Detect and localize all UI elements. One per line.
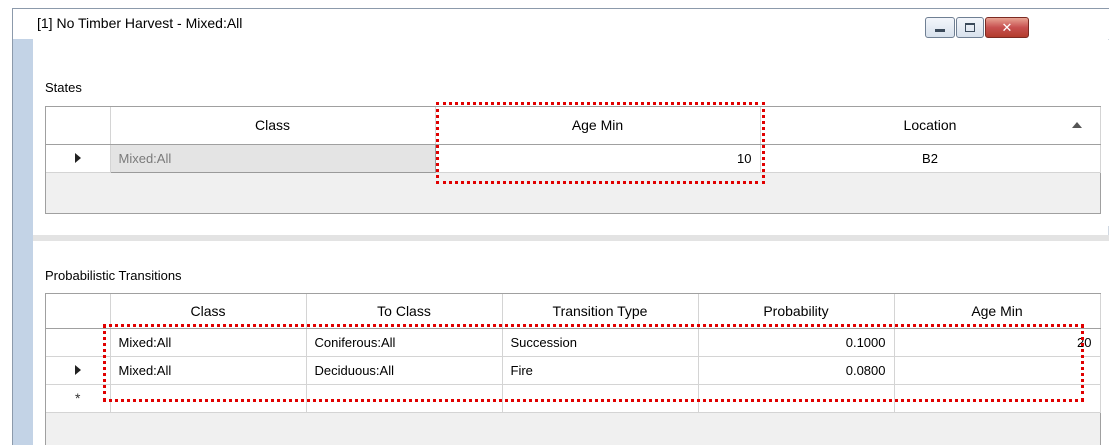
transitions-label: Probabilistic Transitions: [45, 268, 182, 283]
new-row-asterisk-icon: *: [75, 390, 81, 406]
maximize-icon: [965, 23, 975, 32]
close-button[interactable]: ✕: [985, 17, 1029, 38]
current-row-indicator[interactable]: [46, 356, 111, 385]
transitions-col-age-min[interactable]: Age Min: [894, 294, 1101, 329]
states-panel: States Class Age Min Location Mixed:All …: [33, 40, 1109, 226]
transition-to-class-cell[interactable]: Coniferous:All: [306, 328, 503, 357]
maximize-button[interactable]: [956, 17, 984, 38]
state-class-cell[interactable]: Mixed:All: [109, 143, 436, 173]
transitions-col-to-class[interactable]: To Class: [306, 294, 503, 329]
transition-class-cell[interactable]: Mixed:All: [110, 328, 307, 357]
transitions-grid[interactable]: Class To Class Transition Type Probabili…: [45, 293, 1101, 445]
row-header[interactable]: [46, 328, 111, 357]
minimize-icon: [935, 29, 945, 32]
table-row[interactable]: Mixed:All Coniferous:All Succession 0.10…: [46, 328, 1101, 357]
table-row[interactable]: Mixed:All Deciduous:All Fire 0.0800: [46, 356, 1101, 385]
state-age-min-cell[interactable]: 10: [435, 144, 761, 173]
transition-type-cell[interactable]: Succession: [502, 328, 699, 357]
new-row-cell[interactable]: [502, 384, 699, 413]
transition-to-class-cell[interactable]: Deciduous:All: [306, 356, 503, 385]
minimize-button[interactable]: [925, 17, 955, 38]
current-row-indicator[interactable]: [46, 144, 111, 173]
transition-age-min-cell[interactable]: [894, 356, 1101, 385]
transitions-col-class[interactable]: Class: [110, 294, 307, 329]
table-row[interactable]: Mixed:All 10 B2: [46, 143, 1101, 173]
transitions-col-probability[interactable]: Probability: [698, 294, 895, 329]
current-row-arrow-icon: [74, 364, 81, 375]
states-col-age-min[interactable]: Age Min: [435, 107, 761, 145]
transitions-panel: Probabilistic Transitions Class To Class: [33, 241, 1109, 445]
close-icon: ✕: [1001, 19, 1013, 35]
new-row-cell[interactable]: [698, 384, 895, 413]
transition-class-cell[interactable]: Mixed:All: [110, 356, 307, 385]
editor-window: [1] No Timber Harvest - Mixed:All States…: [12, 8, 1109, 445]
states-label: States: [45, 80, 82, 95]
new-row-cell[interactable]: [306, 384, 503, 413]
states-corner-header[interactable]: [46, 107, 111, 145]
states-col-location-label: Location: [903, 117, 957, 134]
window-title: [1] No Timber Harvest - Mixed:All: [37, 15, 243, 31]
transition-probability-cell[interactable]: 0.1000: [698, 328, 895, 357]
window-controls: ✕: [924, 17, 1029, 38]
new-row[interactable]: *: [46, 384, 1101, 413]
current-row-arrow-icon: [74, 152, 81, 163]
new-row-cell[interactable]: [894, 384, 1101, 413]
transition-probability-cell[interactable]: 0.0800: [698, 356, 895, 385]
new-row-indicator[interactable]: *: [46, 384, 111, 413]
window-left-strip: [13, 36, 33, 445]
state-location-cell[interactable]: B2: [760, 144, 1101, 173]
transition-age-min-cell[interactable]: 20: [894, 328, 1101, 357]
transition-type-cell[interactable]: Fire: [502, 356, 699, 385]
transitions-col-transition-type[interactable]: Transition Type: [502, 294, 699, 329]
transitions-corner-header[interactable]: [46, 294, 111, 329]
states-col-location[interactable]: Location: [760, 107, 1101, 145]
states-grid[interactable]: Class Age Min Location Mixed:All 10 B2: [45, 106, 1101, 214]
states-col-class[interactable]: Class: [110, 107, 436, 145]
sort-ascending-icon: [1071, 122, 1082, 128]
new-row-cell[interactable]: [110, 384, 307, 413]
